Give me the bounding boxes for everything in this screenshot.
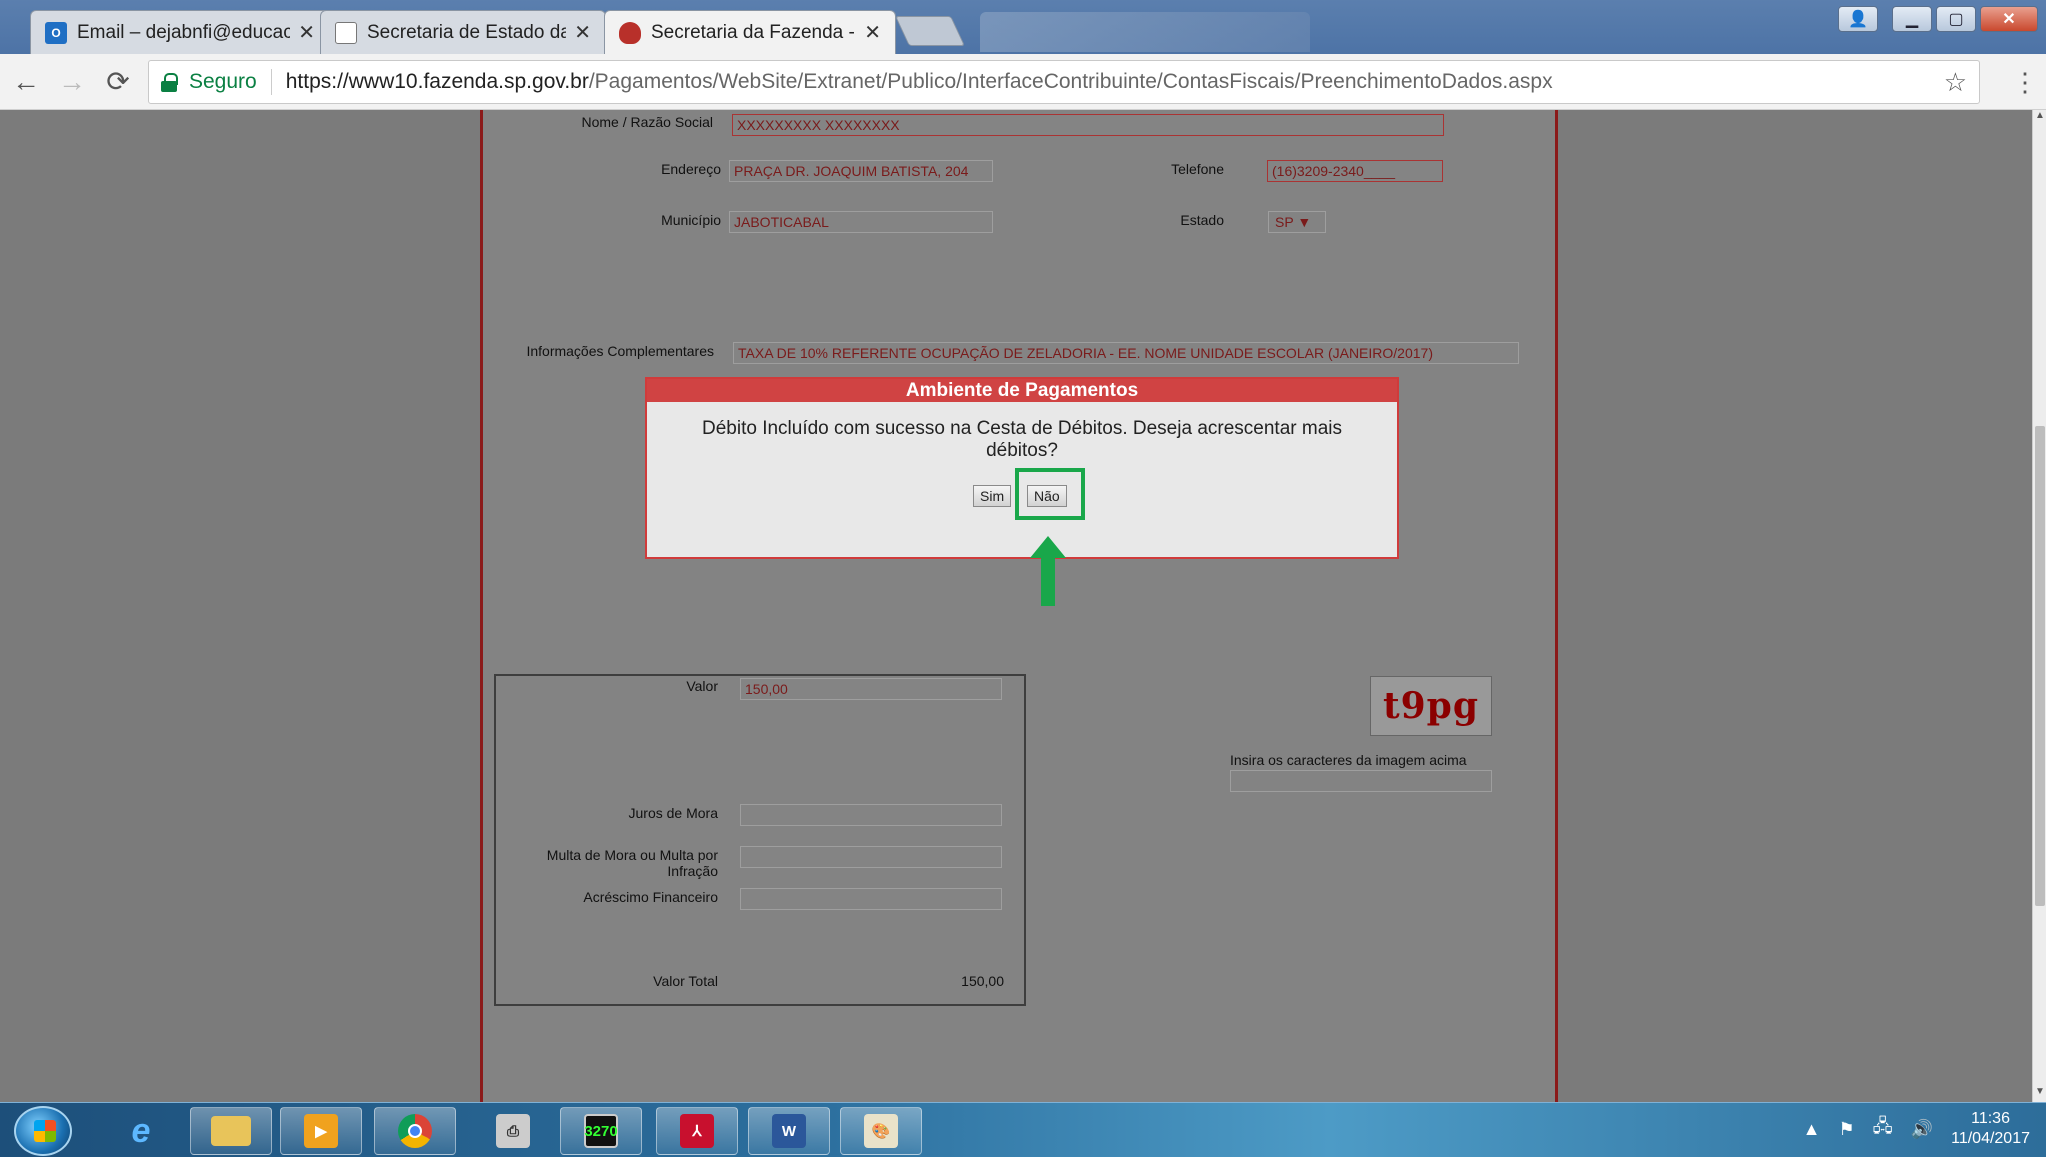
action-center-flag-icon[interactable]: ⚑ bbox=[1838, 1119, 1854, 1140]
maximize-button[interactable]: ▢ bbox=[1936, 6, 1976, 32]
municipio-label: Município bbox=[661, 212, 721, 228]
multa-label-line1: Multa de Mora ou Multa por bbox=[546, 847, 718, 863]
terminal-3270-icon[interactable]: 3270 bbox=[560, 1107, 642, 1155]
estado-value: SP bbox=[1275, 214, 1294, 230]
minimize-button[interactable]: ▁ bbox=[1892, 6, 1932, 32]
acrescimo-field[interactable] bbox=[740, 888, 1002, 910]
new-tab-button[interactable] bbox=[895, 16, 965, 46]
captcha-input[interactable] bbox=[1230, 770, 1492, 792]
internet-explorer-icon[interactable]: e bbox=[100, 1107, 182, 1155]
system-tray: ▲ ⚑ 🖧 🔊 11:36 11/04/2017 bbox=[1803, 1109, 2030, 1149]
scroll-down-arrow-icon[interactable]: ▼ bbox=[2033, 1086, 2046, 1102]
endereco-label: Endereço bbox=[661, 161, 721, 177]
valor-field[interactable]: 150,00 bbox=[740, 678, 1002, 700]
estado-label: Estado bbox=[1180, 212, 1224, 228]
telefone-field[interactable]: (16)3209-2340____ bbox=[1267, 160, 1443, 182]
media-player-icon[interactable]: ▶ bbox=[280, 1107, 362, 1155]
blurred-window-region bbox=[980, 12, 1310, 52]
outlook-icon: O bbox=[45, 21, 67, 44]
multa-label: Multa de Mora ou Multa por Infração bbox=[500, 847, 718, 879]
document-icon bbox=[335, 21, 357, 44]
lock-icon bbox=[161, 73, 178, 92]
network-icon[interactable]: 🖧 bbox=[1873, 1114, 1893, 1144]
secure-label: Seguro bbox=[189, 70, 257, 93]
sp-crest-icon bbox=[619, 21, 641, 44]
dialog-title: Ambiente de Pagamentos bbox=[647, 379, 1397, 402]
user-profile-icon[interactable]: 👤 bbox=[1838, 6, 1878, 32]
tab-secretaria-educacao[interactable]: Secretaria de Estado da E ✕ bbox=[320, 10, 606, 54]
valor-total-value: 150,00 bbox=[961, 973, 1004, 989]
dialog-message: Débito Incluído com sucesso na Cesta de … bbox=[702, 418, 1342, 461]
sim-button[interactable]: Sim bbox=[973, 485, 1012, 507]
multa-label-line2: Infração bbox=[667, 863, 718, 879]
tab-secretaria-fazenda[interactable]: Secretaria da Fazenda - C ✕ bbox=[604, 10, 896, 54]
url-path: /Pagamentos/WebSite/Extranet/Publico/Int… bbox=[588, 70, 1553, 93]
back-arrow-icon[interactable]: ← bbox=[6, 62, 46, 102]
estado-select[interactable]: SP ▼ bbox=[1268, 211, 1326, 233]
page-content: Nome / Razão Social XXXXXXXXX XXXXXXXX E… bbox=[0, 110, 2046, 1102]
menu-dots-icon[interactable]: ⋮ bbox=[2012, 54, 2038, 110]
volume-icon[interactable]: 🔊 bbox=[1911, 1119, 1933, 1140]
word-icon[interactable]: W bbox=[748, 1107, 830, 1155]
tab-title: Secretaria de Estado da E bbox=[367, 21, 566, 43]
chrome-icon[interactable] bbox=[374, 1107, 456, 1155]
file-explorer-icon[interactable] bbox=[190, 1107, 272, 1155]
reload-icon[interactable]: ⟳ bbox=[98, 62, 138, 102]
tab-title: Email – dejabnfi@educac bbox=[77, 21, 291, 43]
close-tab-icon[interactable]: ✕ bbox=[574, 20, 591, 45]
close-tab-icon[interactable]: ✕ bbox=[864, 20, 881, 45]
tab-bar: O Email – dejabnfi@educac ✕ Secretaria d… bbox=[0, 0, 2046, 54]
acrobat-icon[interactable]: ⅄ bbox=[656, 1107, 738, 1155]
clock[interactable]: 11:36 11/04/2017 bbox=[1951, 1109, 2030, 1149]
show-hidden-icons-icon[interactable]: ▲ bbox=[1803, 1119, 1821, 1140]
start-button[interactable] bbox=[14, 1106, 72, 1156]
clock-time: 11:36 bbox=[1971, 1110, 2010, 1127]
telefone-label: Telefone bbox=[1171, 161, 1224, 177]
captcha-text: t9pg bbox=[1382, 685, 1480, 727]
printer-icon[interactable]: ⎙ bbox=[472, 1107, 554, 1155]
windows-logo-icon bbox=[34, 1120, 56, 1142]
multa-field[interactable] bbox=[740, 846, 1002, 868]
valor-total-label: Valor Total bbox=[653, 973, 718, 989]
valor-label: Valor bbox=[686, 678, 718, 694]
chevron-down-icon: ▼ bbox=[1297, 214, 1312, 230]
windows-taskbar: e ▶ ⎙ 3270 ⅄ W 🎨 ▲ ⚑ 🖧 🔊 11:36 11/04/201… bbox=[0, 1102, 2046, 1157]
juros-field[interactable] bbox=[740, 804, 1002, 826]
valores-box bbox=[494, 674, 1026, 1006]
green-arrow-up-icon bbox=[1030, 536, 1066, 606]
captcha-image: t9pg bbox=[1370, 676, 1492, 736]
clock-date: 11/04/2017 bbox=[1951, 1130, 2030, 1147]
endereco-field[interactable]: PRAÇA DR. JOAQUIM BATISTA, 204 bbox=[729, 160, 993, 182]
acrescimo-label: Acréscimo Financeiro bbox=[583, 889, 718, 905]
bookmark-star-icon[interactable]: ☆ bbox=[1944, 67, 1967, 98]
nome-field[interactable]: XXXXXXXXX XXXXXXXX bbox=[732, 114, 1444, 136]
municipio-field[interactable]: JABOTICABAL bbox=[729, 211, 993, 233]
divider bbox=[270, 69, 272, 95]
nome-label: Nome / Razão Social bbox=[581, 114, 713, 130]
vertical-scrollbar[interactable]: ▲ ▼ bbox=[2032, 110, 2046, 1102]
browser-toolbar: ← → ⟳ Seguro https://www10.fazenda.sp.go… bbox=[0, 54, 2046, 110]
scroll-thumb[interactable] bbox=[2035, 426, 2045, 906]
forward-arrow-icon[interactable]: → bbox=[52, 62, 92, 102]
paint-icon[interactable]: 🎨 bbox=[840, 1107, 922, 1155]
tab-title: Secretaria da Fazenda - C bbox=[651, 21, 857, 43]
scroll-up-arrow-icon[interactable]: ▲ bbox=[2033, 110, 2046, 126]
close-tab-icon[interactable]: ✕ bbox=[298, 20, 315, 45]
info-complementares-field[interactable]: TAXA DE 10% REFERENTE OCUPAÇÃO DE ZELADO… bbox=[733, 342, 1519, 364]
captcha-label: Insira os caracteres da imagem acima bbox=[1230, 752, 1467, 768]
window-controls: 👤 ▁ ▢ ✕ bbox=[1838, 6, 2038, 32]
highlight-box bbox=[1015, 468, 1085, 520]
url-host: https://www10.fazenda.sp.gov.br bbox=[285, 70, 589, 93]
juros-label: Juros de Mora bbox=[628, 805, 718, 821]
close-window-button[interactable]: ✕ bbox=[1980, 6, 2038, 32]
address-bar[interactable]: Seguro https://www10.fazenda.sp.gov.br /… bbox=[148, 60, 1980, 104]
info-complementares-label: Informações Complementares bbox=[526, 343, 714, 359]
tab-email[interactable]: O Email – dejabnfi@educac ✕ bbox=[30, 10, 330, 54]
